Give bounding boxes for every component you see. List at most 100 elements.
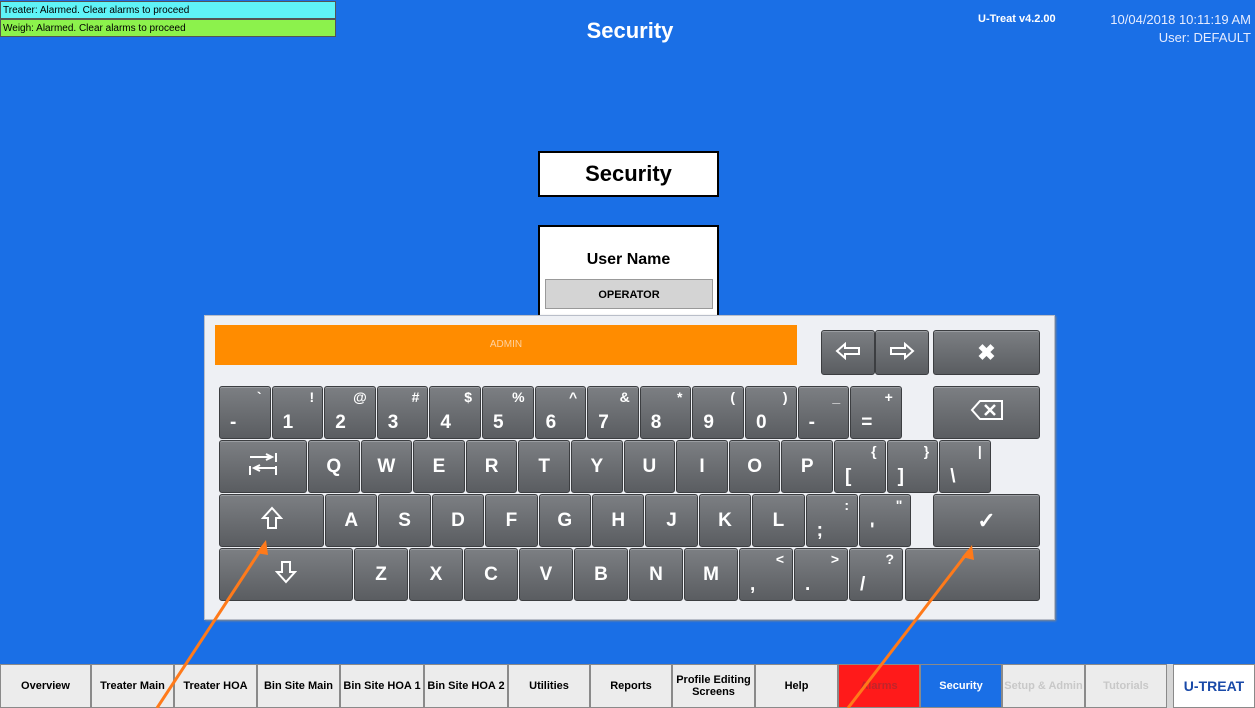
key-A[interactable]: A (325, 494, 378, 547)
key-shift-label: * (676, 389, 683, 405)
key-sym45[interactable]: _ - (797, 386, 850, 439)
key-shift-label: { (871, 443, 877, 459)
key-Q[interactable]: Q (308, 440, 360, 493)
caps-lock-key[interactable] (219, 548, 353, 601)
nav-tab-bin-site-hoa-1[interactable]: Bin Site HOA 1 (340, 664, 424, 708)
key-C[interactable]: C (464, 548, 518, 601)
key-X[interactable]: X (409, 548, 463, 601)
key-S[interactable]: S (378, 494, 431, 547)
key-9[interactable]: (9 (692, 386, 744, 439)
key-I[interactable]: I (676, 440, 728, 493)
key-O[interactable]: O (728, 440, 781, 493)
nav-tab-tutorials[interactable]: Tutorials (1085, 664, 1167, 708)
key-shift-label: < (775, 551, 784, 567)
key-D[interactable]: D (431, 494, 485, 547)
key-G[interactable]: G (538, 494, 591, 547)
nav-tab-bin-site-hoa-2[interactable]: Bin Site HOA 2 (424, 664, 508, 708)
key-3[interactable]: #3 (376, 386, 429, 439)
key-label: T (538, 455, 550, 477)
key-sym61[interactable]: + = (850, 386, 902, 439)
key-4[interactable]: $4 (429, 386, 481, 439)
nav-tab-reports[interactable]: Reports (590, 664, 672, 708)
key-5[interactable]: % 5 (482, 386, 534, 439)
treater-alarm-banner[interactable]: Treater: Alarmed. Clear alarms to procee… (0, 1, 336, 19)
key-sym46[interactable]: >. (794, 548, 848, 601)
key-sym91[interactable]: {[ (834, 440, 886, 493)
shift-up-icon (220, 506, 323, 536)
key-label: P (800, 455, 814, 477)
key-label: = (861, 412, 873, 433)
key-J[interactable]: J (645, 494, 698, 547)
key-label: F (505, 509, 518, 531)
key-label: ; (816, 520, 823, 541)
key-sym59[interactable]: :; (805, 494, 858, 547)
nav-tab-overview[interactable]: Overview (0, 664, 91, 708)
key-H[interactable]: H (592, 494, 645, 547)
key-label: . (805, 574, 811, 595)
key-label: 1 (282, 412, 294, 433)
key-label: , (750, 574, 756, 595)
key-sym92[interactable]: | \ (939, 440, 991, 493)
key-P[interactable]: P (781, 440, 833, 493)
key-B[interactable]: B (574, 548, 628, 601)
arrow-left-icon (822, 340, 874, 366)
key-Y[interactable]: Y (571, 440, 623, 493)
nav-tab-utilities[interactable]: Utilities (508, 664, 590, 708)
key-8[interactable]: * 8 (639, 386, 692, 439)
key-0[interactable]: ) 0 (745, 386, 797, 439)
key-label: [ (845, 466, 852, 487)
key-label: A (344, 509, 359, 531)
nav-tab-bin-site-main[interactable]: Bin Site Main (257, 664, 340, 708)
key-label: ' (870, 520, 875, 541)
nav-tab-treater-hoa[interactable]: Treater HOA (174, 664, 257, 708)
cursor-left-key[interactable] (821, 330, 875, 375)
key-label: Z (375, 563, 387, 585)
user-name-field[interactable]: OPERATOR (545, 279, 713, 309)
key-F[interactable]: F (485, 494, 538, 547)
nav-tab-help[interactable]: Help (755, 664, 838, 708)
key-W[interactable]: W (360, 440, 413, 493)
key-label: ] (897, 466, 904, 487)
key-M[interactable]: M (684, 548, 738, 601)
key-shift-label: _ (832, 389, 841, 405)
key-sym44[interactable]: <, (739, 548, 793, 601)
key-N[interactable]: N (629, 548, 683, 601)
cursor-right-key[interactable] (875, 330, 929, 375)
key-Z[interactable]: Z (354, 548, 408, 601)
nav-tab-treater-main[interactable]: Treater Main (91, 664, 174, 708)
key-sym45[interactable]: ` - (219, 386, 271, 439)
key-sym93[interactable]: }] (886, 440, 939, 493)
key-label: D (451, 509, 465, 531)
keyboard-input-field[interactable]: ADMIN (215, 325, 797, 365)
key-U[interactable]: U (623, 440, 676, 493)
weigh-alarm-banner[interactable]: Weigh: Alarmed. Clear alarms to proceed (0, 19, 336, 37)
key-L[interactable]: L (752, 494, 805, 547)
key-sym39[interactable]: " ' (859, 494, 912, 547)
key-E[interactable]: E (413, 440, 465, 493)
key-label: K (718, 509, 732, 531)
key-shift-label: ! (309, 389, 315, 405)
tab-key[interactable] (219, 440, 307, 493)
enter-key[interactable]: ✓ (933, 494, 1040, 547)
key-shift-label: ? (885, 551, 894, 567)
backspace-key[interactable] (933, 386, 1040, 439)
key-T[interactable]: T (518, 440, 570, 493)
close-keyboard-key[interactable]: ✖ (933, 330, 1040, 375)
key-label: 7 (598, 412, 609, 433)
spacebar-key[interactable] (905, 548, 1040, 601)
key-shift-label: > (830, 551, 839, 567)
key-R[interactable]: R (465, 440, 518, 493)
key-6[interactable]: ^ 6 (534, 386, 587, 439)
nav-tab-setup-admin[interactable]: Setup & Admin (1002, 664, 1085, 708)
key-2[interactable]: @2 (324, 386, 376, 439)
nav-tab-alarms[interactable]: Alarms (838, 664, 920, 708)
shift-key[interactable] (219, 494, 324, 547)
key-sym47[interactable]: ? / (849, 548, 903, 601)
nav-tab-security[interactable]: Security (920, 664, 1002, 708)
nav-tab-profile-editing-screens[interactable]: Profile Editing Screens (672, 664, 755, 708)
key-label: G (557, 509, 573, 531)
key-7[interactable]: & 7 (587, 386, 639, 439)
key-V[interactable]: V (519, 548, 573, 601)
key-K[interactable]: K (698, 494, 752, 547)
key-1[interactable]: ! 1 (271, 386, 324, 439)
